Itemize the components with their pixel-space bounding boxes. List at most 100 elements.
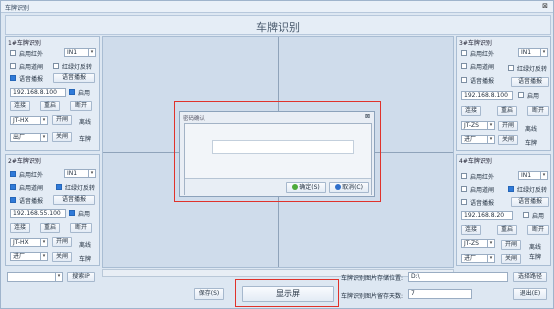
- main-window: 车牌识别 ⊠ 车牌识别 1#车牌识别 启用红外 IN1 ▾ 启用道闸 红绿灯反转 …: [0, 0, 554, 309]
- search-ip-button[interactable]: 搜索IP: [67, 272, 95, 282]
- redgreen-checkbox[interactable]: [56, 184, 62, 190]
- ip-input[interactable]: 192.168.8.100: [461, 91, 513, 100]
- direction-select[interactable]: 进厂 ▾: [461, 135, 495, 144]
- open-gate-button[interactable]: 开闸: [498, 121, 518, 131]
- plate-label: 车牌: [529, 254, 542, 261]
- direction-select[interactable]: 进厂 ▾: [10, 252, 48, 261]
- gate-label: 启用道闸: [19, 64, 44, 71]
- camera-panel-2: 2#车牌识别 启用红外 IN1 ▾ 启用道闸 红绿灯反转 语音播报 语音播报 19…: [5, 154, 100, 266]
- redgreen-checkbox[interactable]: [53, 63, 59, 69]
- path-label: 车牌识别图片存储位置:: [341, 275, 404, 282]
- connect-button[interactable]: 连接: [461, 225, 481, 235]
- camera-panel-1: 1#车牌识别 启用红外 IN1 ▾ 启用道闸 红绿灯反转 语音播报 语音播报 19…: [5, 36, 100, 151]
- ip-input[interactable]: 192.168.55.100: [10, 209, 66, 218]
- gate-checkbox[interactable]: [461, 186, 467, 192]
- panel-title: 2#车牌识别: [8, 158, 41, 165]
- voice-broadcast-button[interactable]: 语音播报: [511, 77, 549, 87]
- connect-button[interactable]: 连接: [10, 223, 30, 233]
- model-value: JT-ZS: [464, 240, 479, 247]
- choose-path-button[interactable]: 选择路径: [513, 272, 547, 282]
- restart-button[interactable]: 重启: [497, 225, 517, 235]
- exit-button[interactable]: 退出(E): [513, 288, 547, 300]
- restart-button[interactable]: 重启: [497, 106, 517, 116]
- path-input[interactable]: D:\: [408, 272, 508, 282]
- ip-input[interactable]: 192.168.8.100: [10, 88, 66, 97]
- redgreen-label: 红绿灯反转: [62, 64, 93, 71]
- ip-search-select[interactable]: ▾: [7, 272, 63, 282]
- ir-checkbox[interactable]: [461, 173, 467, 179]
- days-input[interactable]: 7: [408, 289, 472, 299]
- redgreen-checkbox[interactable]: [508, 186, 514, 192]
- model-select[interactable]: JT-HX ▾: [10, 238, 48, 247]
- days-label: 车牌识别图片留存天数:: [341, 293, 404, 300]
- voice-checkbox[interactable]: [10, 75, 16, 81]
- chevron-down-icon: ▾: [540, 49, 547, 56]
- page-title: 车牌识别: [256, 21, 300, 34]
- voice-broadcast-button[interactable]: 语音播报: [53, 195, 95, 205]
- restart-button[interactable]: 重启: [40, 101, 60, 111]
- connect-button[interactable]: 连接: [10, 101, 30, 111]
- enable-checkbox[interactable]: [69, 210, 75, 216]
- ir-input-select[interactable]: IN1 ▾: [518, 48, 548, 57]
- voice-broadcast-button[interactable]: 语音播报: [511, 197, 549, 207]
- redgreen-checkbox[interactable]: [508, 65, 514, 71]
- ir-input-select[interactable]: IN1 ▾: [64, 48, 96, 57]
- close-gate-button[interactable]: 关闸: [501, 254, 521, 264]
- ir-input-value: IN1: [67, 170, 78, 177]
- title-bar: 车牌识别 ⊠: [1, 1, 553, 13]
- panel-title: 1#车牌识别: [8, 40, 41, 47]
- status-label: 离线: [79, 119, 92, 126]
- voice-checkbox[interactable]: [10, 197, 16, 203]
- direction-select[interactable]: 进厂 ▾: [461, 254, 495, 263]
- chevron-down-icon: ▾: [88, 49, 95, 56]
- open-gate-button[interactable]: 开闸: [52, 237, 72, 247]
- save-button[interactable]: 保存(S): [194, 288, 224, 300]
- voice-checkbox[interactable]: [461, 199, 467, 205]
- ip-input[interactable]: 192.168.8.20: [461, 211, 513, 220]
- enable-checkbox[interactable]: [69, 89, 75, 95]
- connect-button[interactable]: 连接: [461, 106, 481, 116]
- disconnect-button[interactable]: 断开: [527, 225, 549, 235]
- gate-checkbox[interactable]: [10, 63, 16, 69]
- redgreen-label: 红绿灯反转: [517, 187, 548, 194]
- direction-value: 进厂: [464, 136, 477, 143]
- close-gate-button[interactable]: 关闸: [498, 135, 518, 145]
- ir-input-value: IN1: [67, 49, 78, 56]
- camera-panel-3: 3#车牌识别 启用红外 IN1 ▾ 启用道闸 红绿灯反转 语音播报 语音播报 19…: [456, 36, 551, 151]
- voice-checkbox[interactable]: [461, 77, 467, 83]
- disconnect-button[interactable]: 断开: [70, 223, 92, 233]
- model-select[interactable]: JT-HX ▾: [10, 116, 48, 125]
- disconnect-button[interactable]: 断开: [70, 101, 92, 111]
- gate-label: 启用道闸: [470, 187, 495, 194]
- enable-checkbox[interactable]: [523, 212, 529, 218]
- gate-label: 启用道闸: [470, 64, 495, 71]
- ir-label: 启用红外: [19, 51, 44, 58]
- status-label: 离线: [525, 126, 538, 133]
- panel-title: 4#车牌识别: [459, 158, 492, 165]
- open-gate-button[interactable]: 开闸: [52, 115, 72, 125]
- open-gate-button[interactable]: 开闸: [501, 240, 521, 250]
- model-select[interactable]: JT-ZS ▾: [461, 239, 495, 248]
- close-gate-button[interactable]: 关闸: [52, 132, 72, 142]
- chevron-down-icon: ▾: [40, 117, 47, 124]
- ir-input-select[interactable]: IN1 ▾: [64, 169, 96, 178]
- close-icon[interactable]: ⊠: [542, 2, 548, 10]
- plate-label: 车牌: [525, 140, 538, 147]
- ir-checkbox[interactable]: [10, 171, 16, 177]
- chevron-down-icon: ▾: [40, 253, 47, 260]
- disconnect-button[interactable]: 断开: [527, 106, 549, 116]
- enable-checkbox[interactable]: [518, 92, 524, 98]
- ir-input-select[interactable]: IN1 ▾: [518, 171, 548, 180]
- gate-checkbox[interactable]: [10, 184, 16, 190]
- gate-checkbox[interactable]: [461, 63, 467, 69]
- voice-broadcast-button[interactable]: 语音播报: [53, 73, 95, 83]
- ir-checkbox[interactable]: [461, 50, 467, 56]
- highlight-box-dialog: [174, 101, 381, 202]
- restart-button[interactable]: 重启: [40, 223, 60, 233]
- window-title: 车牌识别: [5, 5, 30, 12]
- direction-select[interactable]: 出厂 ▾: [10, 133, 48, 142]
- model-select[interactable]: JT-ZS ▾: [461, 121, 495, 130]
- status-label: 离线: [529, 244, 542, 251]
- ir-checkbox[interactable]: [10, 50, 16, 56]
- close-gate-button[interactable]: 关闸: [52, 252, 72, 262]
